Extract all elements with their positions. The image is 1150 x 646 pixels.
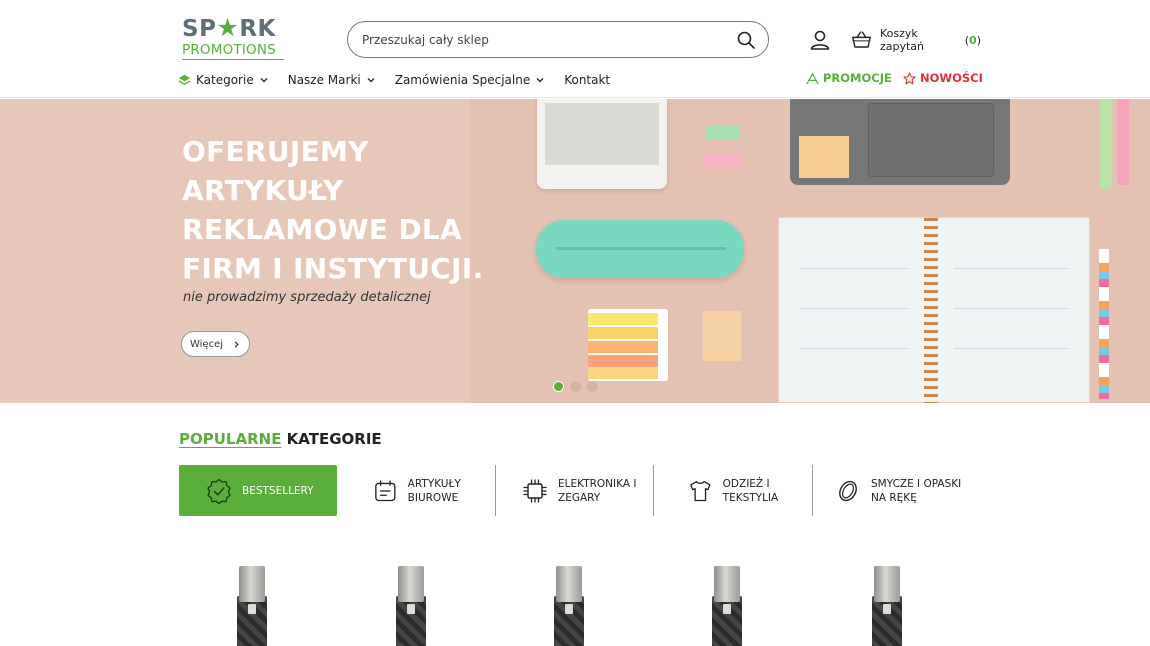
chevron-down-icon <box>260 78 268 83</box>
planner-image <box>778 217 1090 403</box>
nav-label: Kontakt <box>564 73 611 87</box>
nav-nasze-marki[interactable]: Nasze Marki <box>288 73 376 87</box>
search-box <box>347 21 769 58</box>
nav-zamowienia-specjalne[interactable]: Zamówienia Specjalne <box>395 73 545 87</box>
badge-check-icon <box>207 478 231 504</box>
tab-smycze[interactable]: SMYCZE I OPASKI NA RĘKĘ <box>835 465 974 516</box>
product-card-1[interactable] <box>237 566 267 646</box>
layers-icon <box>178 74 191 85</box>
heading-highlight: POPULARNE <box>179 430 282 448</box>
heading-rest: KATEGORIE <box>286 430 382 448</box>
hero-subtitle: nie prowadzimy sprzedaży detalicznej <box>183 290 431 305</box>
promotions-label: PROMOCJE <box>823 71 892 85</box>
tab-bestsellery[interactable]: BESTSELLERY <box>179 465 337 516</box>
nav-label: Nasze Marki <box>287 73 361 87</box>
tab-divider <box>812 465 813 516</box>
search-icon[interactable] <box>736 30 756 50</box>
tab-elektronika[interactable]: ELEKTRONIKA I ZEGARY <box>522 465 652 516</box>
eraser-image <box>704 153 740 167</box>
hero-more-button[interactable]: Więcej <box>181 331 250 357</box>
tag-icon <box>806 71 819 84</box>
logo-wordmark: SP★RK <box>182 13 276 42</box>
basket-icon <box>852 31 871 48</box>
nav-label: Zamówienia Specjalne <box>394 73 531 87</box>
tshirt-icon <box>690 480 711 501</box>
tab-label: ODZIEŻ I TEKSTYLIA <box>722 477 779 504</box>
star-icon <box>903 71 916 84</box>
eraser-image <box>706 126 740 140</box>
tab-label: ELEKTRONIKA I ZEGARY <box>558 477 637 504</box>
tab-odziez[interactable]: ODZIEŻ I TEKSTYLIA <box>688 465 808 516</box>
logo-star-icon: ★ <box>216 13 240 42</box>
hero-banner: OFERUJEMY ARTYKUŁY REKLAMOWE DLA FIRM I … <box>0 99 1150 403</box>
notepad-image <box>703 311 741 361</box>
chip-icon <box>523 478 547 503</box>
document-icon <box>375 479 396 501</box>
product-card-5[interactable] <box>872 566 902 646</box>
tab-divider <box>653 465 654 516</box>
hero-more-label: Więcej <box>189 338 224 350</box>
cart-label: Koszyk zapytań <box>879 27 925 53</box>
section-heading: POPULARNE KATEGORIE <box>179 430 382 448</box>
site-header: SP★RK PROMOTIONS Koszyk zapytań (0) Kate… <box>0 0 1150 98</box>
tab-label: ARTYKUŁY BIUROWE <box>407 477 461 504</box>
chevron-right-icon <box>234 340 239 348</box>
new-products-label: NOWOŚCI <box>920 71 983 85</box>
nav-kategorie[interactable]: Kategorie <box>178 73 269 87</box>
hero-title: OFERUJEMY ARTYKUŁY REKLAMOWE DLA FIRM I … <box>182 135 484 285</box>
search-input[interactable] <box>362 30 722 50</box>
promotions-link[interactable]: PROMOCJE <box>806 71 892 85</box>
sticky-tabs-image <box>588 309 668 381</box>
user-account-icon[interactable] <box>808 28 832 52</box>
tab-divider <box>495 465 496 516</box>
slider-dots <box>553 381 604 392</box>
cart-button[interactable]: Koszyk zapytań (0) <box>851 27 981 53</box>
spark-promotions-logo[interactable]: SP★RK PROMOTIONS <box>182 12 286 62</box>
slider-dot-3[interactable] <box>587 381 598 392</box>
slider-dot-2[interactable] <box>570 381 581 392</box>
nav-label: Kategorie <box>196 73 254 87</box>
nav-kontakt[interactable]: Kontakt <box>564 73 610 87</box>
logo-subtitle: PROMOTIONS <box>182 42 276 58</box>
product-card-3[interactable] <box>554 566 584 646</box>
chevron-down-icon <box>367 78 375 83</box>
product-card-4[interactable] <box>712 566 742 646</box>
main-nav: Kategorie Nasze Marki Zamówienia Specjal… <box>178 71 629 89</box>
logo-underline <box>182 59 284 60</box>
product-list <box>0 560 1150 646</box>
hero-photo <box>470 99 1150 403</box>
wristband-icon <box>839 480 857 501</box>
product-card-2[interactable] <box>396 566 426 646</box>
highlighter-image <box>1117 99 1129 185</box>
highlighter-image <box>1100 99 1112 189</box>
cart-count: 0 <box>969 33 977 47</box>
chevron-down-icon <box>536 78 544 83</box>
new-products-link[interactable]: NOWOŚCI <box>903 71 983 85</box>
slider-dot-1[interactable] <box>553 381 564 392</box>
pencil-case-image <box>536 220 744 278</box>
pencil-image <box>1099 249 1109 399</box>
ereader-image <box>537 99 667 189</box>
tab-artykuly-biurowe[interactable]: ARTYKUŁY BIUROWE <box>373 465 493 516</box>
category-tabs: BESTSELLERY ARTYKUŁY BIUROWE ELEKTRONIKA… <box>179 465 974 516</box>
sticky-note-image <box>799 136 849 178</box>
tab-label: BESTSELLERY <box>242 484 314 497</box>
tab-label: SMYCZE I OPASKI NA RĘKĘ <box>871 477 962 504</box>
